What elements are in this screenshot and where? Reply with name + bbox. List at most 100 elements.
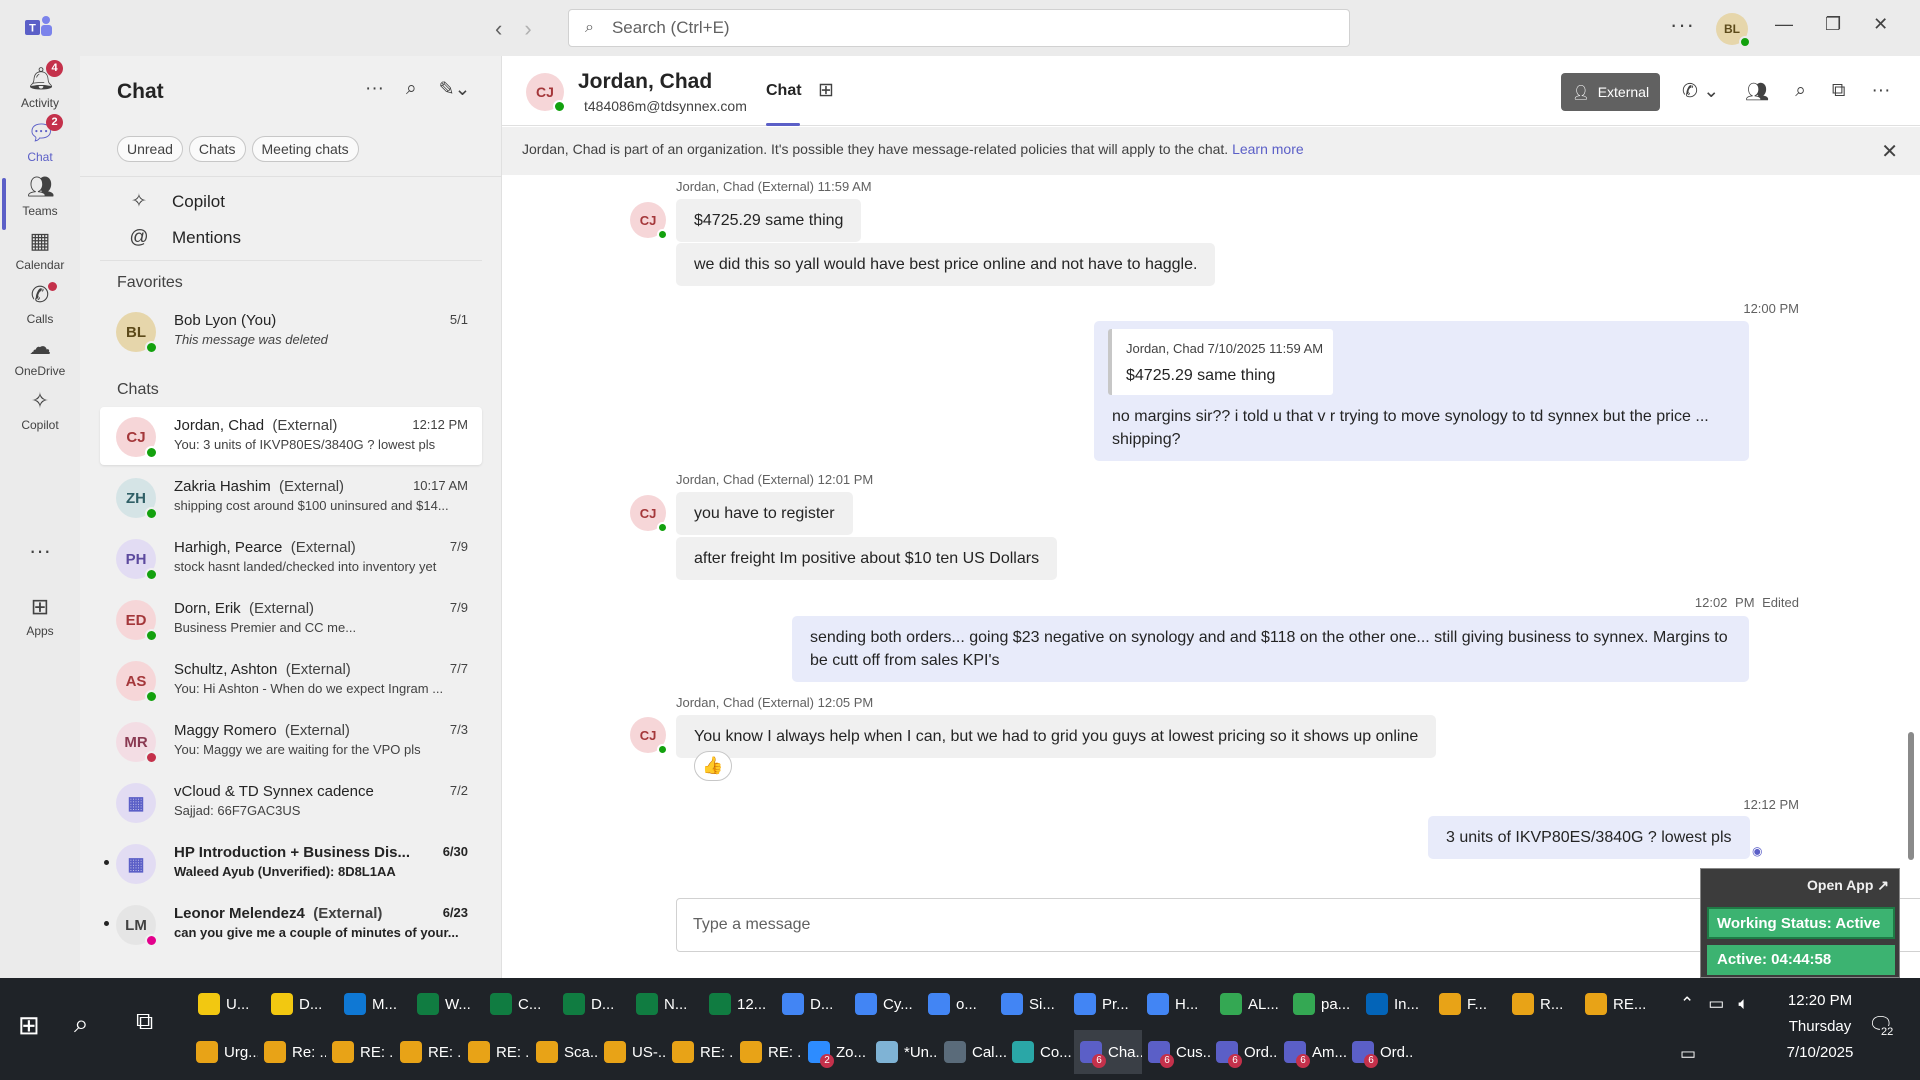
chat-row[interactable]: ▦ vCloud & TD Synnex cadence 7/2 Sajjad: 66… bbox=[100, 773, 482, 831]
taskbar-search-icon[interactable]: ⌕ bbox=[74, 1008, 89, 1040]
learn-more-link[interactable]: Learn more bbox=[1232, 141, 1304, 157]
taskbar-app-button[interactable]: RE: ... bbox=[462, 1030, 530, 1074]
taskbar-app-button[interactable]: Pr... bbox=[1068, 982, 1141, 1026]
rail-item-apps[interactable]: ⊞ Apps bbox=[0, 594, 80, 638]
close-banner-icon[interactable]: ✕ bbox=[1881, 139, 1898, 164]
sender-avatar[interactable]: CJ bbox=[630, 717, 668, 755]
search-chat-icon[interactable]: ⌕ bbox=[1795, 80, 1806, 104]
taskbar-app-button[interactable]: 2 Zo... bbox=[802, 1030, 870, 1074]
rail-item-activity[interactable]: 🔔︎ 4 Activity bbox=[0, 60, 80, 110]
forward-arrow-icon[interactable]: › bbox=[524, 16, 531, 42]
taskbar-app-button[interactable]: H... bbox=[1141, 982, 1214, 1026]
contact-avatar[interactable]: CJ bbox=[526, 73, 566, 113]
filter-search-icon[interactable]: ⌕ bbox=[406, 78, 417, 101]
taskbar-app-button[interactable]: 6 Am... bbox=[1278, 1030, 1346, 1074]
volume-icon[interactable]: 🔈︎ bbox=[1738, 994, 1748, 1014]
filter-unread[interactable]: Unread bbox=[117, 136, 183, 162]
tab-chat[interactable]: Chat bbox=[766, 82, 802, 100]
rail-item-teams[interactable]: 👥︎ Teams bbox=[0, 174, 80, 218]
my-message-bubble[interactable]: 3 units of IKVP80ES/3840G ? lowest pls bbox=[1428, 816, 1750, 859]
new-chat-icon[interactable]: ✎⌄ bbox=[439, 78, 471, 101]
windows-start-icon[interactable]: ⊞ bbox=[18, 1010, 40, 1041]
taskbar-app-button[interactable]: N... bbox=[630, 982, 703, 1026]
quoted-message[interactable]: Jordan, Chad 7/10/2025 11:59 AM $4725.29… bbox=[1108, 329, 1334, 395]
profile-avatar[interactable]: BL bbox=[1716, 13, 1751, 48]
chat-row[interactable]: MR Maggy Romero (External) 7/3 You: Maggy w… bbox=[100, 712, 482, 770]
add-tab-icon[interactable]: ⊞ bbox=[818, 79, 834, 102]
add-people-icon[interactable]: 👥︎ bbox=[1745, 80, 1769, 104]
taskbar-app-button[interactable]: C... bbox=[484, 982, 557, 1026]
message-bubble[interactable]: You know I always help when I can, but w… bbox=[676, 715, 1437, 758]
message-bubble[interactable]: we did this so yall would have best pric… bbox=[676, 243, 1216, 286]
call-icon[interactable]: ✆ ⌄ bbox=[1682, 80, 1719, 104]
taskbar-app-button[interactable]: US-... bbox=[598, 1030, 666, 1074]
taskbar-app-button[interactable]: Co... bbox=[1006, 1030, 1074, 1074]
taskbar-app-button[interactable]: RE: ... bbox=[394, 1030, 462, 1074]
chat-row[interactable]: CJ Jordan, Chad (External) 12:12 PM You: 3 … bbox=[100, 407, 482, 465]
nav-copilot[interactable]: ✧ Copilot bbox=[128, 190, 225, 213]
taskbar-app-button[interactable]: Cal... bbox=[938, 1030, 1006, 1074]
pop-out-icon[interactable]: ⧉ bbox=[1832, 80, 1846, 104]
open-app-link[interactable]: Open App ↗ bbox=[1807, 877, 1889, 894]
close-icon[interactable]: ✕ bbox=[1873, 14, 1888, 35]
taskbar-app-button[interactable]: RE... bbox=[1579, 982, 1652, 1026]
contact-name[interactable]: Jordan, Chad bbox=[578, 70, 712, 94]
rail-item-onedrive[interactable]: ☁︎ OneDrive bbox=[0, 334, 80, 378]
more-options-icon[interactable]: ··· bbox=[365, 78, 384, 101]
rail-item-chat[interactable]: 💬︎ 2 Chat bbox=[0, 114, 80, 164]
taskbar-app-button[interactable]: o... bbox=[922, 982, 995, 1026]
taskbar-app-button[interactable]: RE: ... bbox=[326, 1030, 394, 1074]
taskbar-app-button[interactable]: F... bbox=[1433, 982, 1506, 1026]
working-status-button[interactable]: Working Status: Active bbox=[1707, 907, 1895, 939]
taskbar-app-button[interactable]: Sca... bbox=[530, 1030, 598, 1074]
taskbar-app-button[interactable]: Cy... bbox=[849, 982, 922, 1026]
taskbar-clock[interactable]: 12:20 PM Thursday 7/10/2025 bbox=[1770, 988, 1870, 1066]
sender-avatar[interactable]: CJ bbox=[630, 495, 668, 533]
taskbar-app-button[interactable]: Urg... bbox=[190, 1030, 258, 1074]
favorites-heading[interactable]: Favorites bbox=[117, 274, 183, 292]
taskbar-app-button[interactable]: 12... bbox=[703, 982, 776, 1026]
taskbar-app-button[interactable]: Re: ... bbox=[258, 1030, 326, 1074]
taskbar-app-button[interactable]: RE: ... bbox=[734, 1030, 802, 1074]
chat-row[interactable]: ▦ HP Introduction + Business Dis... 6/30 Wa… bbox=[100, 834, 482, 892]
task-view-icon[interactable]: ⧉ bbox=[136, 1008, 153, 1036]
battery-icon[interactable]: ▭ bbox=[1708, 994, 1724, 1014]
taskbar-app-button[interactable]: 6 Ord... bbox=[1346, 1030, 1414, 1074]
show-desktop-icon[interactable]: ▭ bbox=[1680, 1044, 1696, 1064]
rail-item-calls[interactable]: ✆ Calls bbox=[0, 282, 80, 326]
rail-item-copilot[interactable]: ✧ Copilot bbox=[0, 388, 80, 432]
maximize-icon[interactable]: ❐ bbox=[1825, 14, 1841, 35]
taskbar-app-button[interactable]: *Un... bbox=[870, 1030, 938, 1074]
my-message-bubble[interactable]: sending both orders... going $23 negativ… bbox=[792, 616, 1749, 682]
chats-heading[interactable]: Chats bbox=[117, 381, 159, 399]
search-input[interactable]: ⌕ Search (Ctrl+E) bbox=[568, 9, 1350, 47]
favorite-chat-row[interactable]: BL Bob Lyon (You) 5/1 This message was dele… bbox=[100, 302, 482, 360]
taskbar-app-button[interactable]: D... bbox=[557, 982, 630, 1026]
taskbar-app-button[interactable]: D... bbox=[265, 982, 338, 1026]
minimize-icon[interactable]: — bbox=[1775, 14, 1793, 35]
taskbar-app-button[interactable]: RE: ... bbox=[666, 1030, 734, 1074]
filter-meeting-chats[interactable]: Meeting chats bbox=[251, 136, 359, 162]
taskbar-app-button[interactable]: 6Cus... bbox=[1142, 1030, 1210, 1074]
taskbar-app-button[interactable]: AL... bbox=[1214, 982, 1287, 1026]
taskbar-app-button[interactable]: pa... bbox=[1287, 982, 1360, 1026]
chat-row[interactable]: ED Dorn, Erik (External) 7/9 Business Premi… bbox=[100, 590, 482, 648]
taskbar-app-button[interactable]: 6 Ord... bbox=[1210, 1030, 1278, 1074]
rail-item-calendar[interactable]: ▦ Calendar bbox=[0, 228, 80, 272]
thumbs-up-reaction[interactable]: 👍 bbox=[694, 751, 732, 781]
chat-row[interactable]: PH Harhigh, Pearce (External) 7/9 stock has… bbox=[100, 529, 482, 587]
my-message-bubble[interactable]: Jordan, Chad 7/10/2025 11:59 AM $4725.29… bbox=[1094, 321, 1749, 461]
taskbar-app-button[interactable]: U... bbox=[192, 982, 265, 1026]
message-bubble[interactable]: you have to register bbox=[676, 492, 853, 535]
taskbar-app-button[interactable]: M... bbox=[338, 982, 411, 1026]
more-options-icon[interactable]: ··· bbox=[1871, 80, 1890, 104]
chat-row[interactable]: ZH Zakria Hashim (External) 10:17 AM shippi… bbox=[100, 468, 482, 526]
rail-more-apps[interactable]: ··· bbox=[0, 538, 80, 568]
message-bubble[interactable]: after freight Im positive about $10 ten … bbox=[676, 537, 1058, 580]
chat-row[interactable]: AS Schultz, Ashton (External) 7/7 You: Hi A… bbox=[100, 651, 482, 709]
taskbar-app-button[interactable]: R... bbox=[1506, 982, 1579, 1026]
messages-scrollbar[interactable] bbox=[1908, 732, 1914, 860]
filter-chats[interactable]: Chats bbox=[188, 136, 246, 162]
back-arrow-icon[interactable]: ‹ bbox=[495, 16, 502, 42]
external-button[interactable]: 👤︎ External bbox=[1561, 73, 1660, 111]
